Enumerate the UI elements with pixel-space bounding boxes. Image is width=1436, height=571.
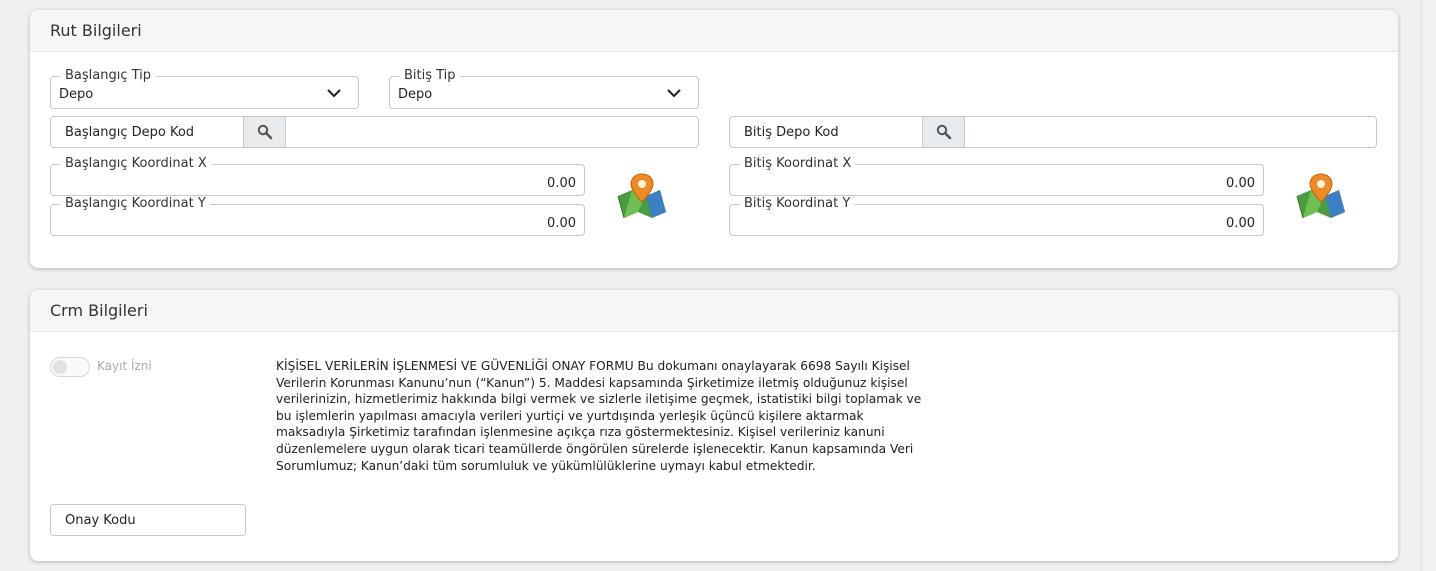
bitis-koordinat-x-label: Bitiş Koordinat X bbox=[740, 156, 856, 172]
baslangic-depo-kod-label: Başlangıç Depo Kod bbox=[51, 117, 244, 147]
onay-kodu-label: Onay Kodu bbox=[65, 512, 136, 528]
bitis-koordinat-x-value: 0.00 bbox=[1226, 176, 1255, 191]
onay-kodu-field[interactable]: Onay Kodu bbox=[50, 504, 246, 536]
kayit-izni-toggle[interactable] bbox=[50, 357, 90, 377]
rut-bilgileri-card: Rut Bilgileri Başlangıç Tip Depo Bitiş T… bbox=[30, 10, 1398, 268]
baslangic-tip-label: Başlangıç Tip bbox=[61, 68, 156, 84]
baslangic-koordinat-x-field[interactable]: Başlangıç Koordinat X 0.00 bbox=[50, 156, 585, 196]
baslangic-koordinat-x-value: 0.00 bbox=[547, 176, 576, 191]
chevron-down-icon bbox=[327, 89, 341, 98]
kayit-izni-label: Kayıt İzni bbox=[97, 359, 152, 373]
baslangic-tip-select[interactable]: Başlangıç Tip Depo bbox=[50, 68, 359, 109]
baslangic-depo-kod-group: Başlangıç Depo Kod bbox=[50, 116, 699, 148]
crm-bilgileri-card: Crm Bilgileri Kayıt İzni KİŞİSEL VERİLER… bbox=[30, 290, 1398, 561]
map-pin-icon[interactable] bbox=[1295, 172, 1347, 220]
bitis-depo-kod-group: Bitiş Depo Kod bbox=[729, 116, 1377, 148]
page-scrollbar[interactable] bbox=[1421, 0, 1436, 571]
baslangic-tip-value: Depo bbox=[59, 87, 94, 102]
bitis-depo-kod-input[interactable] bbox=[965, 117, 1376, 147]
bitis-tip-label: Bitiş Tip bbox=[400, 68, 460, 84]
toggle-knob bbox=[53, 360, 67, 374]
baslangic-koordinat-x-label: Başlangıç Koordinat X bbox=[61, 156, 211, 172]
search-icon bbox=[936, 124, 951, 140]
search-icon bbox=[257, 124, 272, 140]
baslangic-koordinat-y-label: Başlangıç Koordinat Y bbox=[61, 196, 210, 212]
bitis-koordinat-y-label: Bitiş Koordinat Y bbox=[740, 196, 855, 212]
rut-bilgileri-title: Rut Bilgileri bbox=[30, 10, 1398, 52]
bitis-koordinat-y-field[interactable]: Bitiş Koordinat Y 0.00 bbox=[729, 196, 1264, 236]
bitis-tip-select[interactable]: Bitiş Tip Depo bbox=[389, 68, 699, 109]
baslangic-koordinat-y-field[interactable]: Başlangıç Koordinat Y 0.00 bbox=[50, 196, 585, 236]
baslangic-depo-kod-input[interactable] bbox=[286, 117, 698, 147]
bitis-depo-kod-label: Bitiş Depo Kod bbox=[730, 117, 923, 147]
baslangic-depo-search-button[interactable] bbox=[244, 117, 286, 147]
bitis-koordinat-x-field[interactable]: Bitiş Koordinat X 0.00 bbox=[729, 156, 1264, 196]
baslangic-koordinat-y-value: 0.00 bbox=[547, 216, 576, 231]
bitis-tip-value: Depo bbox=[398, 87, 433, 102]
bitis-depo-search-button[interactable] bbox=[923, 117, 965, 147]
crm-bilgileri-title: Crm Bilgileri bbox=[30, 290, 1398, 332]
map-pin-icon[interactable] bbox=[616, 172, 668, 220]
kvkk-consent-text: KİŞİSEL VERİLERİN İŞLENMESİ VE GÜVENLİĞİ… bbox=[276, 359, 922, 473]
chevron-down-icon bbox=[667, 89, 681, 98]
bitis-koordinat-y-value: 0.00 bbox=[1226, 216, 1255, 231]
